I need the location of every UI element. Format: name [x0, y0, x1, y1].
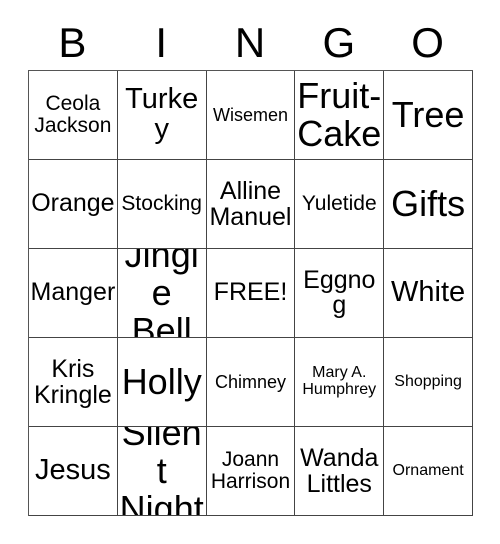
bingo-cell-r1c3[interactable]: Wisemen — [206, 71, 296, 160]
bingo-cell-r2c3[interactable]: Alline Manuel — [206, 160, 296, 249]
bingo-cell-r3c5[interactable]: White — [384, 249, 473, 338]
bingo-cell-r5c2[interactable]: Silent Night — [117, 427, 207, 516]
bingo-grid: Ceola Jackson Turkey Wisemen Fruit-Cake … — [28, 70, 473, 516]
bingo-cell-r4c3[interactable]: Chimney — [206, 338, 296, 427]
bingo-cell-r2c2[interactable]: Stocking — [117, 160, 207, 249]
bingo-cell-r5c3[interactable]: Joann Harrison — [206, 427, 296, 516]
bingo-cell-r5c4[interactable]: Wanda Littles — [295, 427, 385, 516]
bingo-free-space-label: FREE! — [213, 278, 288, 307]
bingo-cell-label: Manger — [30, 278, 116, 307]
bingo-cell-r4c2[interactable]: Holly — [117, 338, 207, 427]
bingo-cell-label: Shopping — [394, 372, 462, 390]
bingo-cell-label: White — [391, 276, 466, 309]
bingo-cell-label: Turkey — [125, 83, 199, 145]
bingo-cell-label: Eggnog — [303, 265, 376, 319]
bingo-cell-label: Ornament — [392, 461, 464, 479]
bingo-header-letter-o: O — [411, 19, 444, 66]
bingo-cell-r2c4[interactable]: Yuletide — [295, 160, 385, 249]
bingo-cell-r3c1[interactable]: Manger — [29, 249, 118, 338]
bingo-cell-label: Orange — [31, 189, 115, 218]
bingo-cell-label: Mary A. Humphrey — [302, 364, 377, 398]
bingo-cell-r1c1[interactable]: Ceola Jackson — [29, 71, 118, 160]
bingo-cell-r2c5[interactable]: Gifts — [384, 160, 473, 249]
bingo-cell-label: Joann Harrison — [210, 447, 291, 493]
bingo-cell-r2c1[interactable]: Orange — [29, 160, 118, 249]
bingo-cell-label: Silent Night — [119, 427, 204, 516]
bingo-cell-r4c1[interactable]: Kris Kringle — [29, 338, 118, 427]
bingo-cell-label: Fruit-Cake — [297, 75, 382, 154]
bingo-cell-r4c4[interactable]: Mary A. Humphrey — [295, 338, 385, 427]
bingo-header-letter-i: I — [155, 19, 168, 66]
bingo-header-letter-g: G — [322, 19, 356, 66]
bingo-cell-label: Yuletide — [301, 192, 377, 216]
bingo-cell-r4c5[interactable]: Shopping — [384, 338, 473, 427]
bingo-cell-label: Gifts — [391, 182, 466, 224]
bingo-header-letter-b: B — [58, 19, 87, 66]
bingo-cell-label: Jingle Bell — [124, 249, 199, 338]
bingo-cell-label: Kris Kringle — [33, 354, 112, 409]
bingo-cell-label: Chimney — [214, 371, 286, 392]
bingo-cell-r1c2[interactable]: Turkey — [117, 71, 207, 160]
bingo-cell-r1c5[interactable]: Tree — [384, 71, 473, 160]
bingo-cell-r3c4[interactable]: Eggnog — [295, 249, 385, 338]
bingo-cell-r5c1[interactable]: Jesus — [29, 427, 118, 516]
bingo-cell-label: Ceola Jackson — [34, 91, 112, 137]
bingo-cell-free-space[interactable]: FREE! — [206, 249, 296, 338]
bingo-cell-label: Stocking — [121, 192, 202, 216]
bingo-cell-label: Tree — [391, 93, 465, 135]
bingo-cell-label: Alline Manuel — [209, 176, 292, 231]
bingo-header-row: B I N G O — [28, 16, 472, 70]
bingo-cell-label: Wisemen — [212, 104, 288, 125]
bingo-cell-r5c5[interactable]: Ornament — [384, 427, 473, 516]
bingo-cell-label: Wanda Littles — [300, 443, 379, 498]
bingo-header-letter-n: N — [234, 19, 266, 66]
bingo-cell-r3c2[interactable]: Jingle Bell — [117, 249, 207, 338]
bingo-cell-label: Jesus — [35, 454, 111, 487]
bingo-cell-r1c4[interactable]: Fruit-Cake — [295, 71, 385, 160]
bingo-cell-label: Holly — [121, 360, 202, 402]
bingo-card: B I N G O Ceola Jackson Turkey Wisemen F… — [0, 0, 500, 544]
